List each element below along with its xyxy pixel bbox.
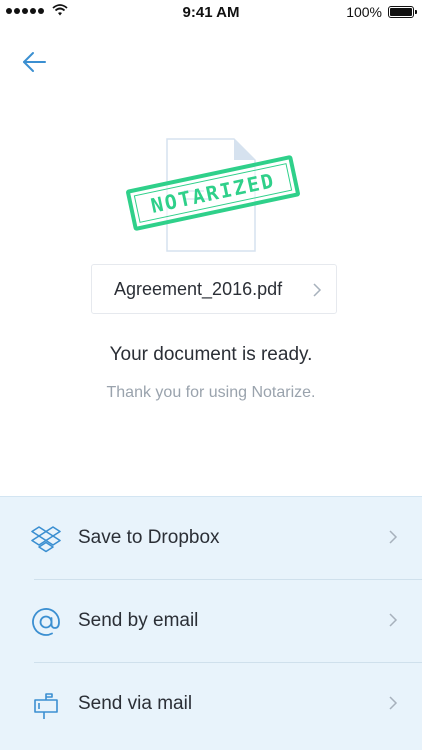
chevron-right-icon (389, 696, 398, 710)
send-by-email-label: Send by email (78, 610, 199, 631)
file-name: Agreement_2016.pdf (114, 278, 283, 299)
ready-headline: Your document is ready. (109, 344, 313, 365)
back-button[interactable] (16, 44, 52, 80)
save-to-dropbox-button[interactable]: Save to Dropbox (0, 497, 422, 579)
send-via-mail-label: Send via mail (78, 693, 193, 714)
dropbox-icon (30, 523, 62, 555)
save-to-dropbox-label: Save to Dropbox (78, 527, 220, 548)
share-actions-panel: Save to Dropbox Send by email Send via m… (0, 496, 422, 750)
file-name-button[interactable]: Agreement_2016.pdf (91, 264, 337, 314)
battery-icon (388, 6, 417, 18)
notarized-document-illustration: NOTARIZED (120, 132, 310, 260)
chevron-right-icon (313, 283, 322, 297)
arrow-left-icon (23, 52, 46, 72)
chevron-right-icon (389, 613, 398, 627)
at-sign-icon (30, 606, 62, 638)
send-via-mail-button[interactable]: Send via mail (0, 663, 422, 745)
battery-percentage: 100% (346, 4, 382, 20)
send-by-email-button[interactable]: Send by email (0, 580, 422, 662)
mailbox-icon (30, 689, 62, 721)
thank-you-text: Thank you for using Notarize. (106, 384, 316, 401)
status-bar: 9:41 AM 100% (0, 0, 422, 24)
chevron-right-icon (389, 530, 398, 544)
